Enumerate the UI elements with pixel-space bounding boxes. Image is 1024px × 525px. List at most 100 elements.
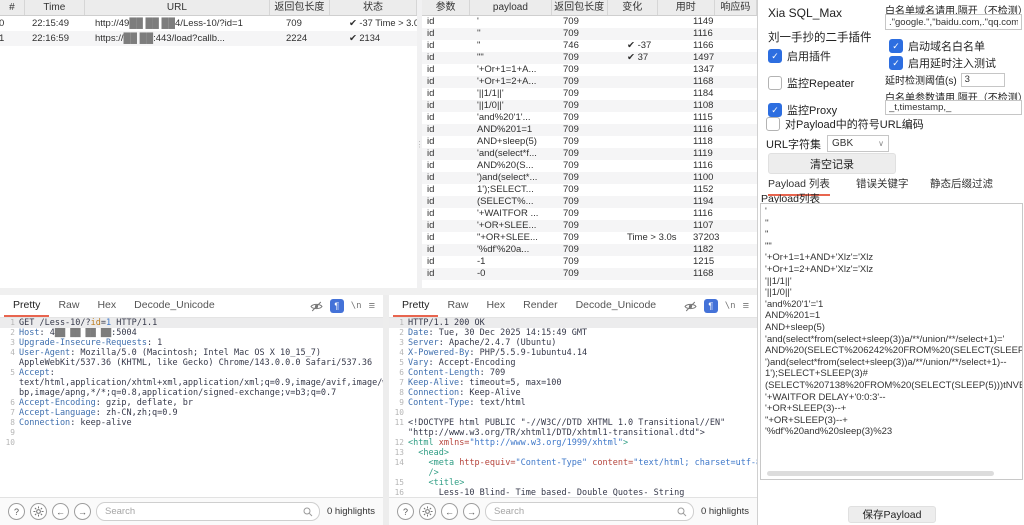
help-icon[interactable]: ? [8,503,25,520]
tab-pretty[interactable]: Pretty [393,295,438,317]
plugin-tab[interactable]: 静态后缀过滤 [930,176,993,194]
cell: 709 [559,196,619,208]
payload-result-row[interactable]: id1');SELECT...7091152200 [422,184,757,196]
payload-result-row[interactable]: id-07091168200 [422,268,757,280]
column-header[interactable]: 响应码 [715,0,757,15]
column-header[interactable]: 状态 [330,0,417,15]
payload-result-row[interactable]: id"746✔ -371166200 [422,40,757,52]
text-segment: : text/html [469,398,525,408]
non-printable-chars-icon[interactable]: ¶ [330,299,344,313]
payload-result-row[interactable]: id'+OR+SLEE...7091107200 [422,220,757,232]
payload-result-row[interactable]: id''7091116200 [422,28,757,40]
column-header[interactable]: 返回包长度 [552,0,608,15]
whitelist-domain-input[interactable] [885,14,1022,30]
column-header[interactable]: 参数 [422,0,470,15]
tab-decode_unicode[interactable]: Decode_Unicode [567,295,666,317]
save-payload-button[interactable]: 保存Payload [848,506,936,523]
editor-menu-icon[interactable]: ≡ [743,300,749,312]
payload-result-row[interactable]: id')and(select*...7091100200 [422,172,757,184]
payload-result-row[interactable]: id'7091149200 [422,16,757,28]
payload-result-row[interactable]: id'+Or+1=2+A...7091168200 [422,76,757,88]
tab-raw[interactable]: Raw [438,295,477,317]
horizontal-scrollbar[interactable] [767,471,994,476]
editor-menu-icon[interactable]: ≡ [369,300,375,312]
delay-test-checkbox[interactable]: ✓启用延时注入测试 [889,55,996,71]
whitelist-param-input[interactable] [885,100,1022,115]
payload-result-row[interactable]: id'and%20'1'...7091115200 [422,112,757,124]
forward-arrow-button[interactable]: → [463,503,480,520]
tab-render[interactable]: Render [514,295,566,317]
show-newlines-icon[interactable]: \n [725,301,736,311]
tab-raw[interactable]: Raw [49,295,88,317]
plugin-tab[interactable]: 错误关键字 [856,176,909,194]
cell: https://██ ██:443/load?callb... [92,31,281,46]
gear-icon[interactable] [419,503,436,520]
column-header[interactable]: URL [85,0,270,15]
plugin-checkbox[interactable]: 监控Repeater [768,75,854,91]
plugin-panel: Xia SQL_Max 刘一手抄的二手插件 ✓启用插件监控Repeater✓监控… [757,0,1024,525]
search-input[interactable] [492,505,673,518]
cell: 200 [750,40,757,52]
help-icon[interactable]: ? [397,503,414,520]
column-header[interactable]: # [0,0,25,15]
column-header[interactable]: 返回包长度 [270,0,330,15]
column-header[interactable]: 变化 [608,0,658,15]
column-header[interactable]: 用时 [658,0,715,15]
line-number: 12 [389,438,408,448]
line-number: 9 [0,428,19,438]
payload-result-row[interactable]: id"+OR+SLEE...709Time > 3.0s37203200 [422,232,757,244]
cell: Time > 3.0s [619,232,677,244]
payload-result-row[interactable]: id""709✔ 371497200 [422,52,757,64]
tab-decode_unicode[interactable]: Decode_Unicode [125,295,224,317]
cell: (SELECT%... [475,196,559,208]
text-segment: : zh-CN,zh;q=0.9 [96,408,178,418]
tab-hex[interactable]: Hex [88,295,125,317]
search-input[interactable] [103,505,299,518]
charset-select[interactable]: GBK ∨ [827,135,889,152]
url-encode-checkbox[interactable]: 对Payload中的符号URL编码 [766,116,924,132]
clear-records-button[interactable]: 清空记录 [768,153,896,174]
payload-result-row[interactable]: idAND%201=17091116200 [422,124,757,136]
payload-result-row[interactable]: id'+WAITFOR ...7091116200 [422,208,757,220]
hide-highlighting-icon[interactable] [310,300,323,313]
cell: 'and(select*f... [475,148,559,160]
non-printable-chars-icon[interactable]: ¶ [704,299,718,313]
tab-hex[interactable]: Hex [477,295,514,317]
payload-result-row[interactable]: id'+Or+1=1+A...7091347200 [422,64,757,76]
code-line: 14 <meta http-equiv="Content-Type" conte… [389,458,757,468]
gear-icon[interactable] [30,503,47,520]
column-header[interactable]: payload [470,0,552,15]
domain-whitelist-checkbox[interactable]: ✓启动域名白名单 [889,38,985,54]
payload-result-row[interactable]: id(SELECT%...7091194200 [422,196,757,208]
cell: ' [475,16,559,28]
response-editor-body[interactable]: 1HTTP/1.1 200 OK2Date: Tue, 30 Dec 2025 … [389,318,757,497]
delay-threshold-input[interactable] [961,73,1005,87]
history-row[interactable]: 022:15:49http://49██ ██ ██4/Less-10/?id=… [0,16,417,31]
payload-result-row[interactable]: idAND%20(S...7091116200 [422,160,757,172]
payload-result-row[interactable]: id'and(select*f...7091119200 [422,148,757,160]
payload-result-row[interactable]: id'%df'%20a...7091182200 [422,244,757,256]
history-row[interactable]: 122:16:59https://██ ██:443/load?callb...… [0,31,417,46]
show-newlines-icon[interactable]: \n [351,301,362,311]
payload-results-rows: id'7091149200id''7091116200id"746✔ -3711… [422,16,757,280]
text-segment: ██ ██ ██ [129,18,175,29]
back-arrow-button[interactable]: ← [52,503,69,520]
payload-result-row[interactable]: id'||1/0||'7091108200 [422,100,757,112]
horizontal-splitter[interactable] [0,288,757,295]
cell: 709 [559,64,619,76]
column-header[interactable]: Time [25,0,85,15]
hide-highlighting-icon[interactable] [684,300,697,313]
cell: 200 [750,16,757,28]
request-editor-body[interactable]: 1GET /Less-10/?id=1 HTTP/1.12Host: 4██ █… [0,318,383,497]
payload-result-row[interactable]: idAND+sleep(5)7091118200 [422,136,757,148]
charset-row: URL字符集 GBK ∨ [766,135,889,152]
payload-result-row[interactable]: id-17091215200 [422,256,757,268]
payload-list-textarea[interactable]: ' '' " "" '+Or+1=1+AND+'Xlz'='Xlz '+Or+1… [761,204,1022,480]
back-arrow-button[interactable]: ← [441,503,458,520]
forward-arrow-button[interactable]: → [74,503,91,520]
line-content: <html xmlns="http://www.w3.org/1999/xhtm… [408,438,757,448]
plugin-checkbox[interactable]: ✓启用插件 [768,48,854,64]
cell: 200 [750,112,757,124]
tab-pretty[interactable]: Pretty [4,295,49,317]
payload-result-row[interactable]: id'||1/1||'7091184200 [422,88,757,100]
